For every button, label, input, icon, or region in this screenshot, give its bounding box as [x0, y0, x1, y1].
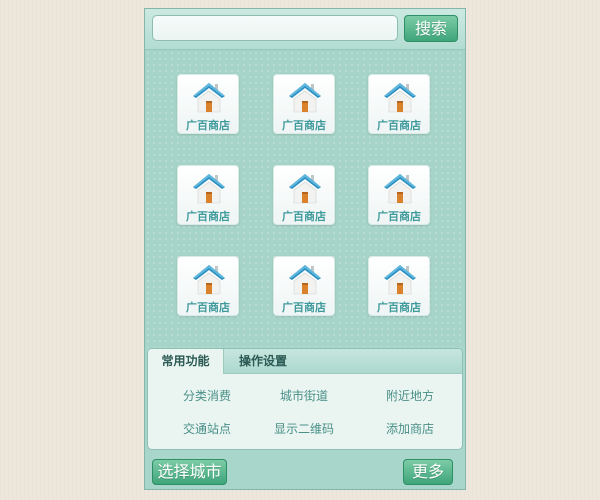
app-tile-7[interactable]: 广百商店: [177, 256, 239, 316]
app-tile-2[interactable]: 广百商店: [273, 74, 335, 134]
app-tile-label: 广百商店: [186, 301, 230, 314]
app-tile-label: 广百商店: [282, 119, 326, 132]
app-tile-4[interactable]: 广百商店: [177, 165, 239, 225]
app-tile-8[interactable]: 广百商店: [273, 256, 335, 316]
app-tile-label: 广百商店: [377, 119, 421, 132]
more-button[interactable]: 更多: [403, 459, 453, 485]
app-tile-5[interactable]: 广百商店: [273, 165, 335, 225]
house-icon: [193, 174, 225, 204]
search-bar: 搜索: [145, 9, 465, 50]
function-transit-stops[interactable]: 交通站点: [157, 420, 257, 437]
function-panel: 常用功能 操作设置 分类消费 城市街道 附近地方 交通站点 显示二维码 添加商店: [147, 348, 463, 450]
house-icon: [384, 174, 416, 204]
app-tile-label: 广百商店: [282, 301, 326, 314]
app-grid: 广百商店 广百商店 广百商店 广百商店 广百商店 广百商店 广百商店 广百商店 …: [145, 50, 465, 347]
app-tile-label: 广百商店: [282, 210, 326, 223]
app-tile-1[interactable]: 广百商店: [177, 74, 239, 134]
app-tile-9[interactable]: 广百商店: [368, 256, 430, 316]
search-button[interactable]: 搜索: [404, 15, 458, 42]
house-icon: [289, 174, 321, 204]
tab-bar: 常用功能 操作设置: [148, 349, 462, 374]
app-tile-label: 广百商店: [377, 210, 421, 223]
app-tile-3[interactable]: 广百商店: [368, 74, 430, 134]
app-window: 搜索 广百商店 广百商店 广百商店 广百商店 广百商店 广百商店 广百商店 广百…: [144, 8, 466, 490]
house-icon: [193, 265, 225, 295]
tab-settings[interactable]: 操作设置: [226, 349, 300, 373]
function-add-store[interactable]: 添加商店: [360, 420, 460, 437]
function-show-qr-code[interactable]: 显示二维码: [254, 420, 354, 437]
search-input[interactable]: [152, 15, 398, 41]
house-icon: [289, 265, 321, 295]
house-icon: [289, 83, 321, 113]
function-category-spending[interactable]: 分类消费: [157, 387, 257, 404]
select-city-button[interactable]: 选择城市: [152, 459, 227, 485]
app-tile-label: 广百商店: [186, 119, 230, 132]
house-icon: [384, 265, 416, 295]
app-tile-label: 广百商店: [377, 301, 421, 314]
house-icon: [384, 83, 416, 113]
function-city-streets[interactable]: 城市街道: [254, 387, 354, 404]
app-tile-label: 广百商店: [186, 210, 230, 223]
house-icon: [193, 83, 225, 113]
bottom-bar: 选择城市 更多: [145, 455, 465, 489]
function-nearby-places[interactable]: 附近地方: [360, 387, 460, 404]
app-tile-6[interactable]: 广百商店: [368, 165, 430, 225]
tab-common-functions[interactable]: 常用功能: [148, 349, 224, 374]
